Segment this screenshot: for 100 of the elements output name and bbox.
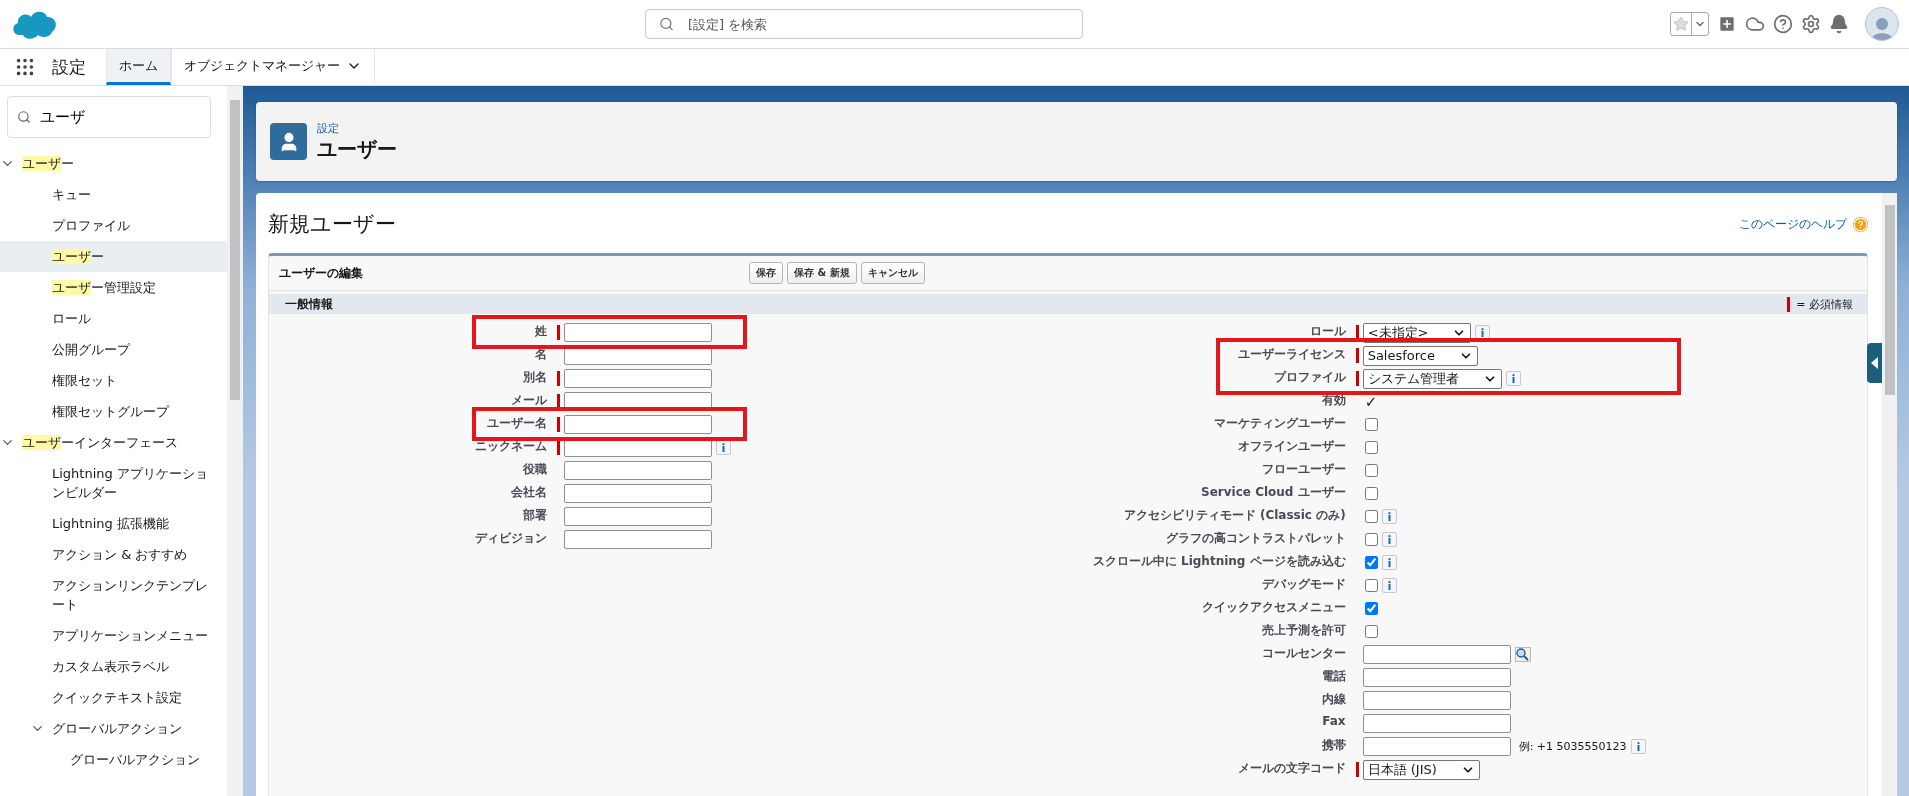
tree-item[interactable]: クイックテキスト設定 <box>0 682 227 713</box>
lookup-icon[interactable] <box>1514 647 1531 662</box>
cloud-icon[interactable] <box>1745 14 1765 34</box>
info-icon[interactable] <box>1505 371 1521 386</box>
triangle-icon <box>1871 357 1878 369</box>
select-field[interactable]: システム管理者 <box>1362 368 1502 389</box>
field-label: 売上予測を許可 <box>1260 622 1347 639</box>
tree-item[interactable]: キュー <box>0 179 227 210</box>
info-icon[interactable] <box>1630 739 1646 754</box>
form-title: 新規ユーザー <box>268 211 396 238</box>
field-label: 会社名 <box>509 484 548 501</box>
checkbox[interactable] <box>1364 464 1378 477</box>
field-label: Fax <box>1321 713 1347 728</box>
text-field[interactable] <box>563 438 712 457</box>
form-button[interactable]: キャンセル <box>860 262 925 284</box>
scrollbar[interactable] <box>1882 193 1897 796</box>
field-label: 部署 <box>521 507 548 524</box>
field-label: 有効 <box>1320 392 1347 409</box>
tree-item[interactable]: 権限セット <box>0 365 227 396</box>
checkbox[interactable] <box>1364 510 1378 523</box>
tree-item[interactable]: グローバルアクション <box>0 744 227 775</box>
text-field[interactable] <box>1362 645 1511 664</box>
tree-item[interactable]: ロール <box>0 303 227 334</box>
search-field[interactable]: [設定] を検索 <box>645 9 1083 39</box>
text-field[interactable] <box>1362 714 1511 733</box>
checkbox[interactable] <box>1364 579 1378 592</box>
field-label: ユーザー名 <box>485 415 548 432</box>
field-label: コールセンター <box>1260 645 1347 662</box>
panel-toggle[interactable] <box>1867 343 1882 383</box>
field-label: ユーザーライセンス <box>1236 346 1347 363</box>
tree-item[interactable]: カスタム表示ラベル <box>0 651 227 682</box>
text-field[interactable] <box>563 369 712 388</box>
text-field[interactable] <box>563 461 712 480</box>
tree-item[interactable]: グローバルアクション <box>0 713 227 744</box>
search-field[interactable]: ユーザ <box>7 96 211 138</box>
checkbox[interactable] <box>1364 602 1378 615</box>
help-link[interactable]: このページのヘルプ <box>1739 215 1847 233</box>
nav-tab[interactable]: オブジェクトマネージャー <box>171 49 375 85</box>
settings-icon[interactable] <box>1801 14 1821 34</box>
field-label: 携帯 <box>1320 737 1347 754</box>
tree-item[interactable]: Lightning アプリケーションビルダー <box>0 458 227 508</box>
checkbox[interactable] <box>1364 441 1378 454</box>
checkbox[interactable] <box>1364 418 1378 431</box>
select-field[interactable]: Salesforce <box>1362 345 1478 366</box>
tree-item[interactable]: 公開グループ <box>0 334 227 365</box>
checkmark: ✓ <box>1363 392 1378 411</box>
field-label: ディビジョン <box>473 530 548 547</box>
notifications-icon[interactable] <box>1829 14 1849 34</box>
tree-item[interactable]: アクション & おすすめ <box>0 539 227 570</box>
checkbox[interactable] <box>1364 556 1378 569</box>
breadcrumb-link[interactable]: 設定 <box>317 120 397 136</box>
text-field[interactable] <box>1362 737 1511 756</box>
select-field[interactable]: 日本語 (JIS) <box>1362 759 1480 780</box>
checkbox[interactable] <box>1364 533 1378 546</box>
tree-item[interactable]: アプリケーションメニュー <box>0 620 227 651</box>
required-marker <box>1787 296 1791 312</box>
app-name: 設定 <box>51 55 87 79</box>
favorites-button[interactable] <box>1670 12 1709 36</box>
field-label: スクロール中に Lightning ページを読み込む <box>1091 553 1347 570</box>
info-icon[interactable] <box>1381 532 1397 547</box>
field-label: Service Cloud ユーザー <box>1200 484 1347 501</box>
form-button[interactable]: 保存 & 新規 <box>787 262 857 284</box>
field-label: メール <box>509 392 548 409</box>
search-icon <box>17 110 31 124</box>
add-icon[interactable] <box>1717 14 1737 34</box>
nav-tab[interactable]: ホーム <box>106 49 171 85</box>
checkbox[interactable] <box>1364 487 1378 500</box>
tree-item[interactable]: アクションリンクテンプレート <box>0 570 227 620</box>
field-label: フローユーザー <box>1260 461 1347 478</box>
info-icon[interactable] <box>1381 555 1397 570</box>
tree-item[interactable]: プロファイル <box>0 210 227 241</box>
text-field[interactable] <box>563 484 712 503</box>
field-label: マーケティングユーザー <box>1212 415 1347 432</box>
tree-item[interactable]: ユーザーインターフェース <box>0 427 227 458</box>
text-field[interactable] <box>563 323 712 342</box>
field-label: 役職 <box>521 461 548 478</box>
text-field[interactable] <box>1362 668 1511 687</box>
field-label: 電話 <box>1320 668 1347 685</box>
checkbox[interactable] <box>1364 625 1378 638</box>
text-field[interactable] <box>1362 691 1511 710</box>
help-icon[interactable] <box>1773 14 1793 34</box>
tree-item[interactable]: Lightning 拡張機能 <box>0 508 227 539</box>
info-icon[interactable] <box>1381 509 1397 524</box>
text-field[interactable] <box>563 415 712 434</box>
text-field[interactable] <box>563 530 712 549</box>
text-field[interactable] <box>563 346 712 365</box>
field-label: グラフの高コントラストパレット <box>1164 530 1347 547</box>
info-icon[interactable] <box>1381 578 1397 593</box>
tree-item[interactable]: ユーザー管理設定 <box>0 272 227 303</box>
tree-item[interactable]: ユーザー <box>0 148 227 179</box>
form-button[interactable]: 保存 <box>749 262 783 284</box>
search-icon <box>659 16 674 32</box>
tree-item[interactable]: ユーザー <box>0 241 227 272</box>
field-label: メールの文字コード <box>1236 760 1347 777</box>
scrollbar[interactable] <box>227 86 243 796</box>
page-title: ユーザー <box>317 135 397 163</box>
tree-item[interactable]: 権限セットグループ <box>0 396 227 427</box>
text-field[interactable] <box>563 507 712 526</box>
required-legend: = 必須情報 <box>1796 296 1853 312</box>
avatar[interactable] <box>1865 7 1899 41</box>
